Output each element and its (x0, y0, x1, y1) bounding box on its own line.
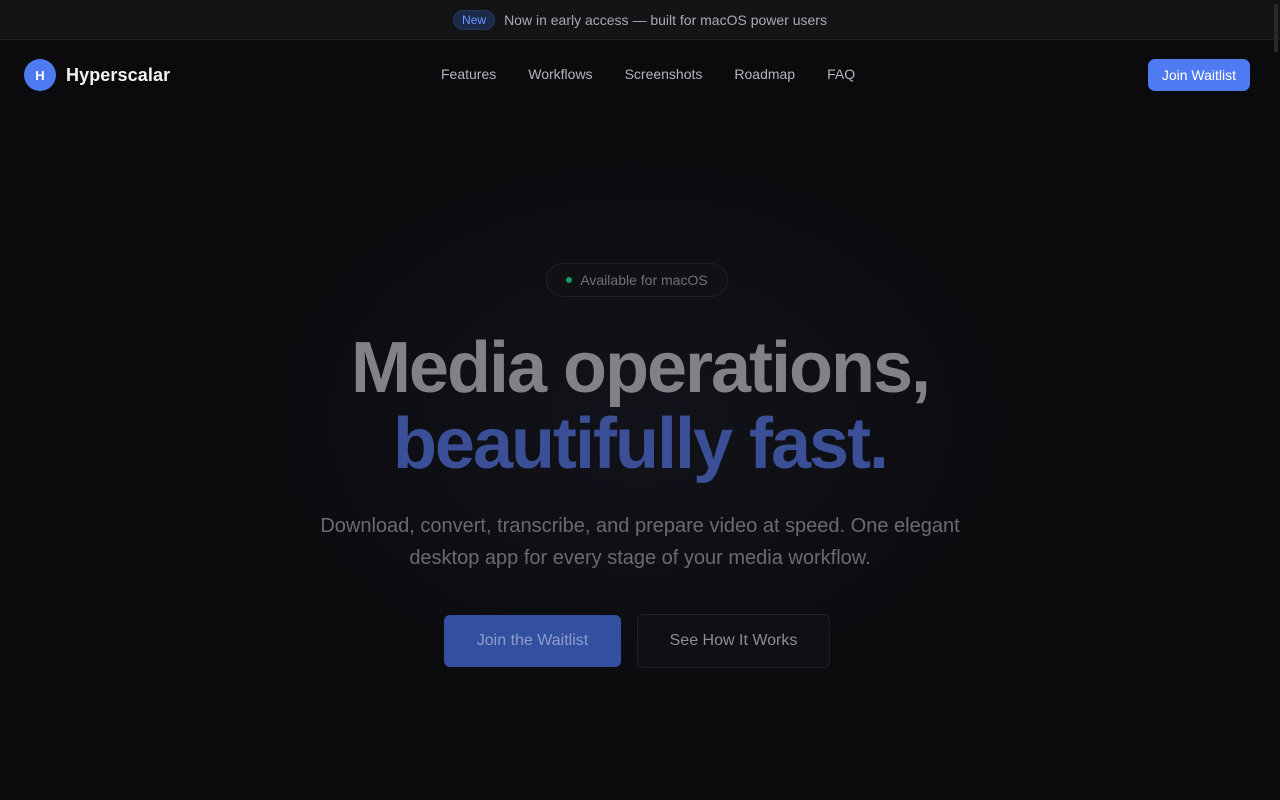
availability-badge: Available for macOS (546, 263, 728, 297)
new-badge: New (453, 9, 496, 30)
nav-link-features[interactable]: Features (441, 66, 496, 82)
logo-icon: H (24, 59, 56, 91)
nav-link-faq[interactable]: FAQ (827, 66, 855, 82)
nav-link-workflows[interactable]: Workflows (528, 66, 592, 82)
join-waitlist-button[interactable]: Join Waitlist (1147, 59, 1250, 91)
brand-name: Hyperscalar (66, 64, 171, 85)
main-nav: Features Workflows Screenshots Roadmap F… (441, 66, 855, 82)
headline-line-1: Media operations, (350, 328, 931, 408)
nav-link-roadmap[interactable]: Roadmap (734, 66, 795, 82)
see-how-it-works-button[interactable]: See How It Works (637, 614, 830, 668)
hero-headline: Media operations, beautifully fast. (0, 330, 1280, 482)
nav-link-screenshots[interactable]: Screenshots (625, 66, 703, 82)
announcement-text: Now in early access — built for macOS po… (504, 11, 827, 28)
site-header: H Hyperscalar Features Workflows Screens… (0, 41, 1280, 109)
headline-line-2: beautifully fast. (392, 404, 889, 484)
landing-page: New Now in early access — built for macO… (0, 0, 1280, 800)
page-scrollbar[interactable] (1272, 0, 1280, 800)
announcement-bar: New Now in early access — built for macO… (0, 0, 1280, 40)
join-the-waitlist-button[interactable]: Join the Waitlist (444, 615, 621, 667)
brand-link[interactable]: H Hyperscalar (24, 59, 170, 91)
status-dot-icon (566, 277, 573, 283)
scrollbar-thumb[interactable] (1274, 4, 1278, 52)
availability-text: Available for macOS (580, 272, 708, 288)
hero-subtitle: Download, convert, transcribe, and prepa… (320, 515, 960, 569)
